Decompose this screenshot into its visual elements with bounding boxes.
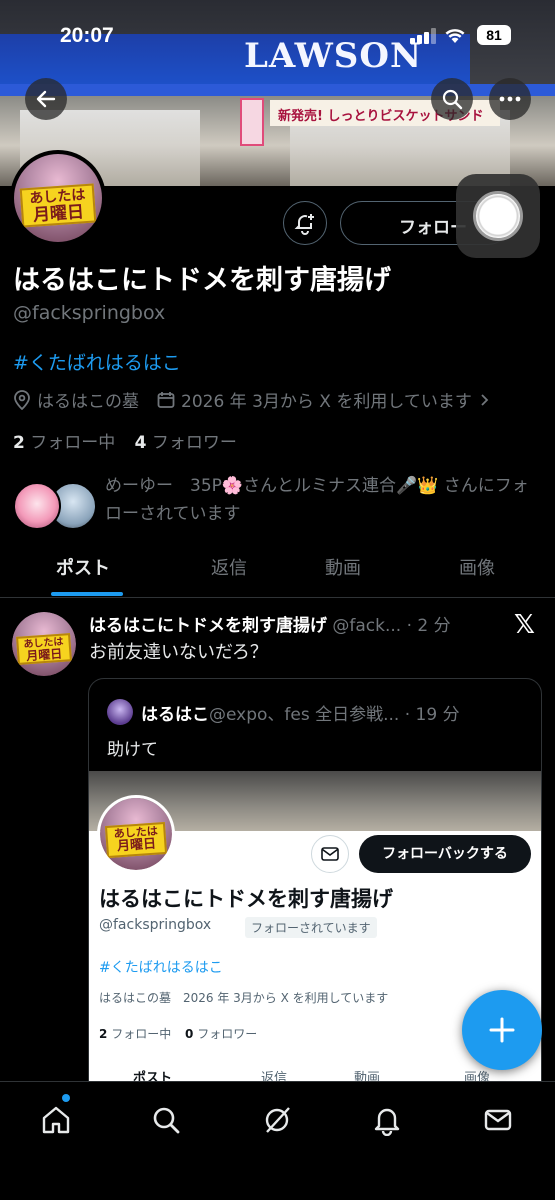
nav-home[interactable] xyxy=(36,1100,76,1140)
x-logo-icon: 𝕏 xyxy=(514,610,535,640)
screenshot-following-count: 2 xyxy=(99,1027,108,1041)
post-text: お前友達いないだろ？ xyxy=(89,642,268,663)
screenshot-followback-button: フォローバックする xyxy=(359,835,531,873)
tab-replies[interactable]: 返信 xyxy=(211,554,247,580)
screenshot-avatar: あしたは 月曜日 xyxy=(97,795,175,873)
profile-display-name: はるはこにトドメを刺す唐揚げ xyxy=(13,265,391,296)
more-options-button[interactable] xyxy=(489,78,531,120)
nav-search[interactable] xyxy=(146,1100,186,1140)
grok-icon xyxy=(265,1107,290,1133)
quote-author-name: はるはこ xyxy=(141,704,209,725)
profile-handle: @fackspringbox xyxy=(13,302,166,324)
plus-icon xyxy=(489,1017,515,1043)
post-header: はるはこにトドメを刺す唐揚げ @fack... · 2 分 xyxy=(89,611,509,636)
post-author-name[interactable]: はるはこにトドメを刺す唐揚げ xyxy=(89,616,327,636)
bell-plus-icon xyxy=(294,214,314,235)
search-icon xyxy=(153,1107,180,1134)
tab-images[interactable]: 画像 xyxy=(459,554,495,580)
active-tab-indicator xyxy=(51,592,123,596)
tab-posts[interactable]: ポスト xyxy=(56,554,110,580)
avatar-image: あしたは 月曜日 xyxy=(14,154,102,242)
bell-icon xyxy=(374,1108,400,1136)
followers-count: 4 xyxy=(134,433,147,453)
profile-joined-date: 2026 年 3月から X を利用しています xyxy=(181,392,472,412)
assistive-touch-button[interactable] xyxy=(456,174,540,258)
following-label: フォロー中 xyxy=(30,433,116,453)
search-button[interactable] xyxy=(431,78,473,120)
following-count: 2 xyxy=(13,433,25,453)
follow-counts: 2 フォロー中 4 フォロワー xyxy=(13,428,237,453)
screenshot-hashtag: #くたばれはるはこ xyxy=(99,960,223,976)
home-icon xyxy=(42,1106,70,1134)
notify-button[interactable] xyxy=(283,201,327,245)
screenshot-handle: @fackspringbox xyxy=(99,917,212,933)
tab-videos[interactable]: 動画 xyxy=(325,554,361,580)
screenshot-followers-count: 0 xyxy=(185,1027,194,1041)
quote-header: はるはこ @expo、fes 全日参戦... · 19 分 xyxy=(107,699,460,725)
screenshot-meta: はるはこの墓 2026 年 3月から X を利用しています xyxy=(99,991,389,1005)
bottom-navigation xyxy=(0,1081,555,1200)
chevron-right-icon[interactable] xyxy=(478,393,492,407)
profile-tabs: ポスト 返信 動画 画像 xyxy=(0,542,555,598)
mail-icon xyxy=(321,847,339,861)
assistive-touch-icon xyxy=(473,191,523,241)
avatar-text-line2: 月曜日 xyxy=(32,202,85,226)
wifi-icon xyxy=(445,29,465,43)
screenshot-following-label: フォロー中 xyxy=(111,1027,172,1041)
followers-link[interactable]: 4 フォロワー xyxy=(135,433,237,453)
status-time: 20:07 xyxy=(60,24,114,47)
profile-avatar[interactable]: あしたは 月曜日 xyxy=(10,150,106,246)
avatar-text-line2: 月曜日 xyxy=(116,836,157,855)
back-arrow-icon xyxy=(36,90,56,108)
screenshot-followers-label: フォロワー xyxy=(197,1027,258,1041)
more-dots-icon xyxy=(499,96,521,102)
screenshot-counts: 2 フォロー中 0 フォロワー xyxy=(99,1025,257,1042)
nav-grok[interactable] xyxy=(257,1100,297,1140)
calendar-icon xyxy=(157,391,175,408)
quote-handle-time: @expo、fes 全日参戦... · 19 分 xyxy=(209,704,460,725)
follower-avatar xyxy=(13,482,61,530)
avatar-text-line2: 月曜日 xyxy=(25,646,63,664)
post-handle-time: @fack... · 2 分 xyxy=(327,616,451,636)
search-icon xyxy=(442,89,463,110)
battery-indicator: 81 xyxy=(477,25,511,45)
quote-text: 助けて xyxy=(107,740,158,760)
mail-icon xyxy=(484,1109,512,1131)
followed-by-text: めーゆー 35P🌸さんとルミナス連合🎤👑 さんにフォローされています xyxy=(105,476,529,524)
home-unread-dot xyxy=(62,1094,70,1102)
quote-author-avatar xyxy=(107,699,133,725)
status-bar: 20:07 81 xyxy=(0,0,555,70)
screenshot-followed-badge: フォローされています xyxy=(245,917,377,938)
nav-notifications[interactable] xyxy=(367,1100,407,1140)
location-icon xyxy=(14,389,30,410)
profile-location: はるはこの墓 xyxy=(37,392,139,412)
nav-messages[interactable] xyxy=(478,1100,518,1140)
bio-hashtag-link[interactable]: #くたばれはるはこ xyxy=(13,348,181,375)
followers-label: フォロワー xyxy=(151,433,237,453)
profile-meta: はるはこの墓 2026 年 3月から X を利用しています xyxy=(13,387,498,412)
post-author-avatar[interactable]: あしたは 月曜日 xyxy=(12,612,76,676)
cellular-signal-icon xyxy=(410,28,436,44)
compose-post-button[interactable] xyxy=(462,990,542,1070)
following-link[interactable]: 2 フォロー中 xyxy=(13,433,115,453)
screenshot-mail-button xyxy=(311,835,349,873)
store-poster xyxy=(240,98,264,146)
screenshot-name: はるはこにトドメを刺す唐揚げ xyxy=(99,887,393,911)
back-button[interactable] xyxy=(25,78,67,120)
